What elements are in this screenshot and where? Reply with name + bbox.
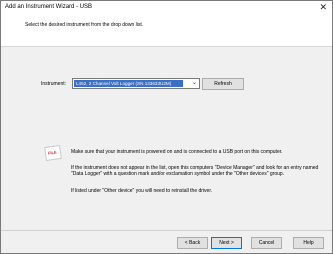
info-power-text: Make sure that your instrument is powere… bbox=[71, 149, 283, 155]
refresh-button[interactable]: Refresh bbox=[202, 78, 244, 90]
footer-separator bbox=[1, 230, 332, 231]
close-icon[interactable]: ✕ bbox=[319, 2, 327, 12]
header-panel bbox=[1, 14, 332, 47]
next-button[interactable]: Next > bbox=[211, 237, 242, 249]
info-device-manager-text: If the instrument does not appear in the… bbox=[71, 165, 319, 177]
help-button[interactable]: Help bbox=[293, 237, 324, 249]
title-bar: Add an Instrument Wizard - USB ✕ bbox=[1, 1, 332, 14]
document-icon-text: FILE bbox=[47, 149, 57, 156]
info-reinstall-text: If listed under "Other device" you will … bbox=[71, 188, 213, 194]
instrument-label: Instrument: bbox=[41, 81, 67, 87]
instrument-select[interactable]: L452, 2 Channel Volt Logger (SN 133633U2… bbox=[72, 78, 200, 89]
instruction-text: Select the desired instrument from the d… bbox=[25, 22, 144, 28]
document-icon: FILE bbox=[44, 144, 62, 162]
chevron-down-icon[interactable]: ⌄ bbox=[192, 79, 197, 88]
cancel-button[interactable]: Cancel bbox=[251, 237, 282, 249]
instrument-selected-value: L452, 2 Channel Volt Logger (SN 133633U2… bbox=[74, 80, 183, 87]
wizard-window: Add an Instrument Wizard - USB ✕ Select … bbox=[0, 0, 333, 254]
window-title: Add an Instrument Wizard - USB bbox=[5, 4, 93, 10]
back-button[interactable]: < Back bbox=[177, 237, 208, 249]
